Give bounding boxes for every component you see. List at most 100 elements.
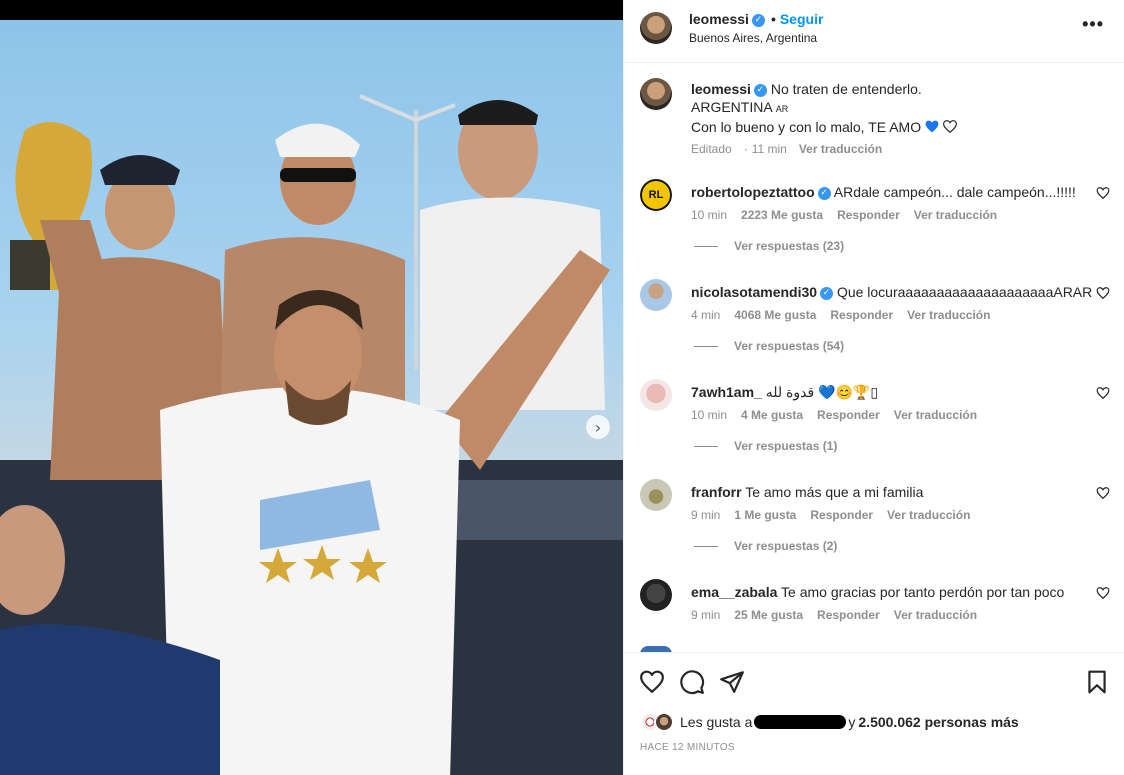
- commenter-avatar[interactable]: [640, 379, 672, 411]
- comment-body: Te amo más que a mi familia: [745, 484, 924, 500]
- comment-text: nicolasotamendi30 ✓ Que locuraaaaaaaaaaaa…: [691, 283, 1092, 301]
- liker-avatar: [654, 712, 674, 732]
- commenter-username[interactable]: franforr: [691, 484, 742, 500]
- commenter-avatar[interactable]: [640, 279, 672, 311]
- comment-text: ema__zabala Te amo gracias por tanto per…: [691, 583, 1064, 601]
- comment-text: franforr Te amo más que a mi familia: [691, 483, 923, 501]
- comment-like-heart-icon[interactable]: [1096, 186, 1110, 200]
- comment-likes[interactable]: 25 Me gusta: [734, 608, 803, 622]
- separator-dot: •: [770, 11, 776, 27]
- see-translation-button[interactable]: Ver traducción: [887, 508, 970, 522]
- caption-line-3: Con lo bueno y con lo malo, TE AMO: [691, 119, 922, 135]
- author-username[interactable]: leomessi: [689, 11, 749, 27]
- caption-time[interactable]: 11 min: [752, 142, 787, 156]
- comment-meta: 4 min 4068 Me gusta Responder Ver traducció…: [691, 308, 1004, 322]
- author-avatar[interactable]: [640, 12, 672, 44]
- replies-line: [694, 346, 718, 348]
- commenter-username[interactable]: ema__zabala: [691, 584, 777, 600]
- comment-likes[interactable]: 4 Me gusta: [741, 408, 803, 422]
- commenter-username[interactable]: 7awh1am_: [691, 384, 762, 400]
- commenter-username[interactable]: nicolasotamendi30: [691, 284, 817, 300]
- verified-icon: ✓: [753, 83, 767, 97]
- post-sidebar: leomessi ✓ • Seguir Buenos Aires, Argentina…: [623, 0, 1124, 775]
- top-black-bar: [0, 0, 623, 20]
- comment-likes[interactable]: 4068 Me gusta: [734, 308, 816, 322]
- comment-meta: 10 min 2223 Me gusta Responder Ver traducci…: [691, 208, 1011, 222]
- see-translation-button[interactable]: Ver traducción: [914, 208, 997, 222]
- bookmark-icon[interactable]: [1084, 669, 1110, 695]
- comment-like-heart-icon[interactable]: [1096, 286, 1110, 300]
- commenter-username[interactable]: robertolopeztattoo: [691, 184, 815, 200]
- comment-time[interactable]: 10 min: [691, 408, 727, 422]
- reply-button[interactable]: Responder: [810, 508, 873, 522]
- comment-body: ARdale campeón... dale campeón...!!!!!: [833, 184, 1076, 200]
- commenter-avatar[interactable]: [640, 579, 672, 611]
- post-photo-illustration: [0, 94, 623, 775]
- see-translation-button[interactable]: Ver traducción: [894, 608, 977, 622]
- likes-count[interactable]: 2.500.062 personas más: [858, 714, 1018, 730]
- view-replies-button[interactable]: Ver respuestas (54): [694, 339, 844, 353]
- view-replies-button[interactable]: Ver respuestas (2): [694, 539, 837, 553]
- blue-heart-icon: [925, 120, 939, 133]
- commenter-avatar[interactable]: [640, 479, 672, 511]
- replies-line: [694, 546, 718, 548]
- view-replies-button[interactable]: Ver respuestas (23): [694, 239, 844, 253]
- more-options-icon[interactable]: •••: [1082, 14, 1104, 35]
- player-right-hair: [458, 100, 538, 125]
- comment-time[interactable]: 9 min: [691, 608, 720, 622]
- next-photo-arrow[interactable]: ›: [586, 415, 610, 439]
- caption-username[interactable]: leomessi: [691, 81, 751, 97]
- comment-item: ema__zabala Te amo gracias por tanto per…: [624, 579, 1124, 652]
- caption-line-1: No traten de entenderlo.: [770, 81, 922, 97]
- see-translation-button[interactable]: Ver traducción: [894, 408, 977, 422]
- comment-time[interactable]: 9 min: [691, 508, 720, 522]
- header-user-row: leomessi ✓ • Seguir: [689, 11, 823, 27]
- post-location[interactable]: Buenos Aires, Argentina: [689, 31, 817, 45]
- comment-meta: 10 min 4 Me gusta Responder Ver traducción: [691, 408, 991, 422]
- white-heart-icon: [942, 120, 957, 134]
- commenter-avatar[interactable]: RL: [640, 179, 672, 211]
- comment-like-heart-icon[interactable]: [1096, 486, 1110, 500]
- comment-meta: 9 min 1 Me gusta Responder Ver traducción: [691, 508, 984, 522]
- caption-avatar[interactable]: [640, 78, 672, 110]
- reply-button[interactable]: Responder: [837, 208, 900, 222]
- caption-text: leomessi ✓ No traten de entenderlo. ARGEN…: [691, 80, 1091, 136]
- likes-summary[interactable]: Les gusta a y 2.500.062 personas más: [640, 712, 1019, 732]
- comment-body: Te amo gracias por tanto perdón por tan …: [781, 584, 1065, 600]
- view-replies-label: Ver respuestas (1): [734, 439, 838, 453]
- comment-item: franforr Te amo más que a mi familia 9 m…: [624, 479, 1124, 579]
- see-translation-button[interactable]: Ver traducción: [907, 308, 990, 322]
- redacted-username: [754, 715, 847, 729]
- lamp-arm: [359, 94, 417, 122]
- likes-prefix: Les gusta a: [680, 714, 753, 730]
- comment-likes[interactable]: 1 Me gusta: [734, 508, 796, 522]
- comment-body: Que locuraaaaaaaaaaaaaaaaaaaaARAR: [836, 284, 1093, 300]
- reply-button[interactable]: Responder: [817, 608, 880, 622]
- comment-time[interactable]: 10 min: [691, 208, 727, 222]
- post-header: leomessi ✓ • Seguir Buenos Aires, Argentina…: [624, 0, 1124, 63]
- view-replies-label: Ver respuestas (2): [734, 539, 838, 553]
- comment-time[interactable]: 4 min: [691, 308, 720, 322]
- replies-line: [694, 446, 718, 448]
- caption-see-translation[interactable]: Ver traducción: [799, 142, 882, 156]
- share-paper-plane-icon[interactable]: [719, 669, 745, 695]
- view-replies-label: Ver respuestas (23): [734, 239, 845, 253]
- comment-bubble-icon[interactable]: [679, 669, 705, 695]
- sunglasses: [280, 168, 356, 182]
- comment-like-heart-icon[interactable]: [1096, 586, 1110, 600]
- reply-button[interactable]: Responder: [817, 408, 880, 422]
- reply-button[interactable]: Responder: [830, 308, 893, 322]
- lamp-arm-2: [415, 103, 456, 122]
- comment-text: 7awh1am_ قدوة لله 💙😊🏆▯: [691, 383, 878, 401]
- post-time-ago[interactable]: HACE 12 MINUTOS: [640, 742, 735, 753]
- view-replies-button[interactable]: Ver respuestas (1): [694, 439, 837, 453]
- like-heart-icon[interactable]: [639, 669, 665, 695]
- view-replies-label: Ver respuestas (54): [734, 339, 845, 353]
- comment-like-heart-icon[interactable]: [1096, 386, 1110, 400]
- verified-icon: ✓: [751, 13, 765, 27]
- follow-button[interactable]: Seguir: [780, 11, 824, 27]
- post-photo[interactable]: ›: [0, 20, 623, 775]
- comment-likes[interactable]: 2223 Me gusta: [741, 208, 823, 222]
- rl-logo: RL: [640, 179, 672, 211]
- trophy-base: [10, 240, 50, 290]
